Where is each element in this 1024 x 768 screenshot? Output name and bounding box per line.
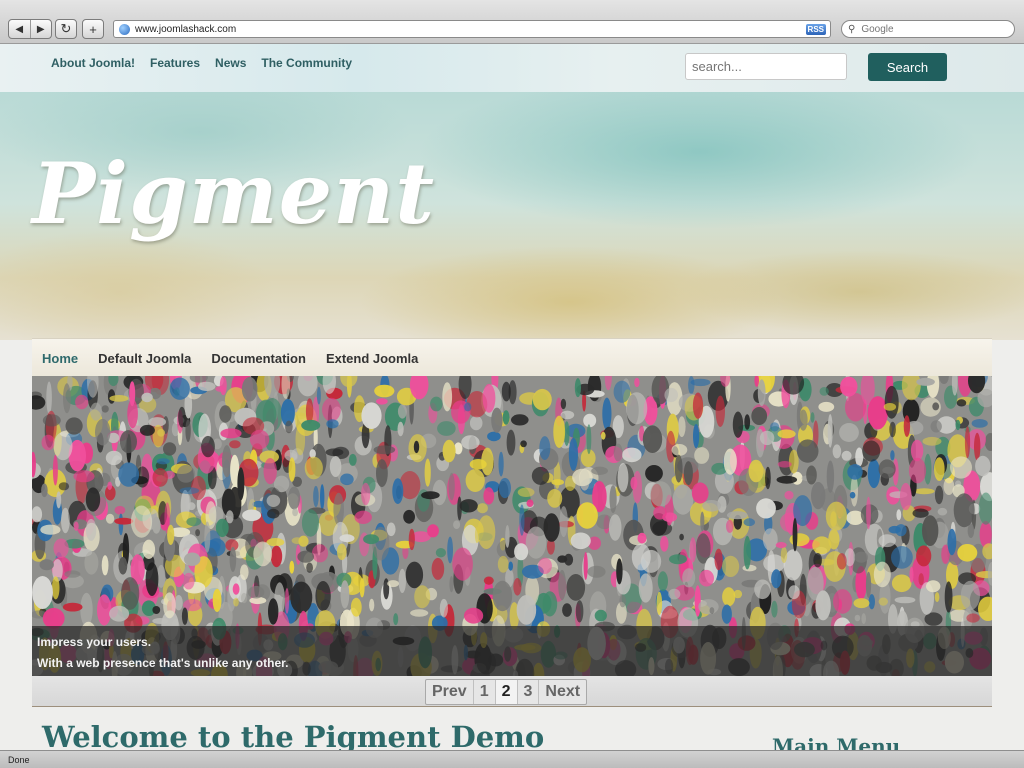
topnav-news[interactable]: News bbox=[215, 56, 246, 70]
forward-button[interactable]: ▶ bbox=[29, 20, 52, 38]
globe-icon bbox=[119, 23, 130, 35]
mainnav-default-joomla[interactable]: Default Joomla bbox=[98, 351, 191, 366]
top-navigation: About Joomla! Features News The Communit… bbox=[51, 56, 367, 70]
search-icon: ⚲ bbox=[848, 23, 856, 35]
topnav-about-joomla[interactable]: About Joomla! bbox=[51, 56, 135, 70]
pager-next-button[interactable]: Next bbox=[538, 680, 586, 704]
sidebar-title: Main Menu bbox=[772, 734, 901, 750]
mainnav-documentation[interactable]: Documentation bbox=[211, 351, 306, 366]
rss-icon[interactable]: RSS bbox=[805, 23, 826, 35]
browser-toolbar: ◀ ▶ ↻ + www.joomlashack.com RSS ⚲ bbox=[0, 0, 1024, 44]
slideshow: Impress your users. With a web presence … bbox=[32, 376, 992, 676]
mainnav-home[interactable]: Home bbox=[42, 351, 78, 366]
page-title: Welcome to the Pigment Demo bbox=[42, 720, 545, 750]
history-buttons: ◀ ▶ bbox=[8, 19, 52, 39]
back-button[interactable]: ◀ bbox=[9, 20, 30, 38]
url-text[interactable]: www.joomlashack.com bbox=[135, 24, 806, 35]
site-logo[interactable]: Pigment bbox=[32, 144, 435, 243]
pager-page-3[interactable]: 3 bbox=[516, 680, 539, 704]
browser-search-input[interactable] bbox=[859, 22, 1004, 36]
caption-line-2: With a web presence that's unlike any ot… bbox=[37, 656, 289, 670]
status-bar: Done bbox=[0, 750, 1024, 768]
reload-button[interactable]: ↻ bbox=[55, 19, 77, 39]
site-search-button[interactable]: Search bbox=[868, 53, 947, 81]
site-search-input[interactable] bbox=[685, 53, 847, 80]
header-banner: Pigment bbox=[0, 92, 1024, 340]
add-bookmark-button[interactable]: + bbox=[82, 19, 104, 39]
slide-caption: Impress your users. With a web presence … bbox=[32, 626, 992, 676]
address-bar[interactable]: www.joomlashack.com RSS bbox=[113, 20, 831, 38]
pager-page-2[interactable]: 2 bbox=[494, 680, 517, 704]
topnav-features[interactable]: Features bbox=[150, 56, 200, 70]
topnav-the-community[interactable]: The Community bbox=[261, 56, 352, 70]
web-page: About Joomla! Features News The Communit… bbox=[0, 44, 1024, 750]
pager-page-1[interactable]: 1 bbox=[472, 680, 495, 704]
slideshow-pager-bar: Prev 1 2 3 Next bbox=[32, 676, 992, 707]
caption-line-1: Impress your users. bbox=[37, 635, 152, 649]
top-bar: About Joomla! Features News The Communit… bbox=[0, 44, 1024, 93]
slideshow-pager: Prev 1 2 3 Next bbox=[425, 679, 588, 705]
pager-prev-button[interactable]: Prev bbox=[426, 680, 473, 704]
mainnav-extend-joomla[interactable]: Extend Joomla bbox=[326, 351, 418, 366]
main-navigation: Home Default Joomla Documentation Extend… bbox=[32, 338, 992, 377]
browser-search-box[interactable]: ⚲ bbox=[841, 20, 1015, 38]
